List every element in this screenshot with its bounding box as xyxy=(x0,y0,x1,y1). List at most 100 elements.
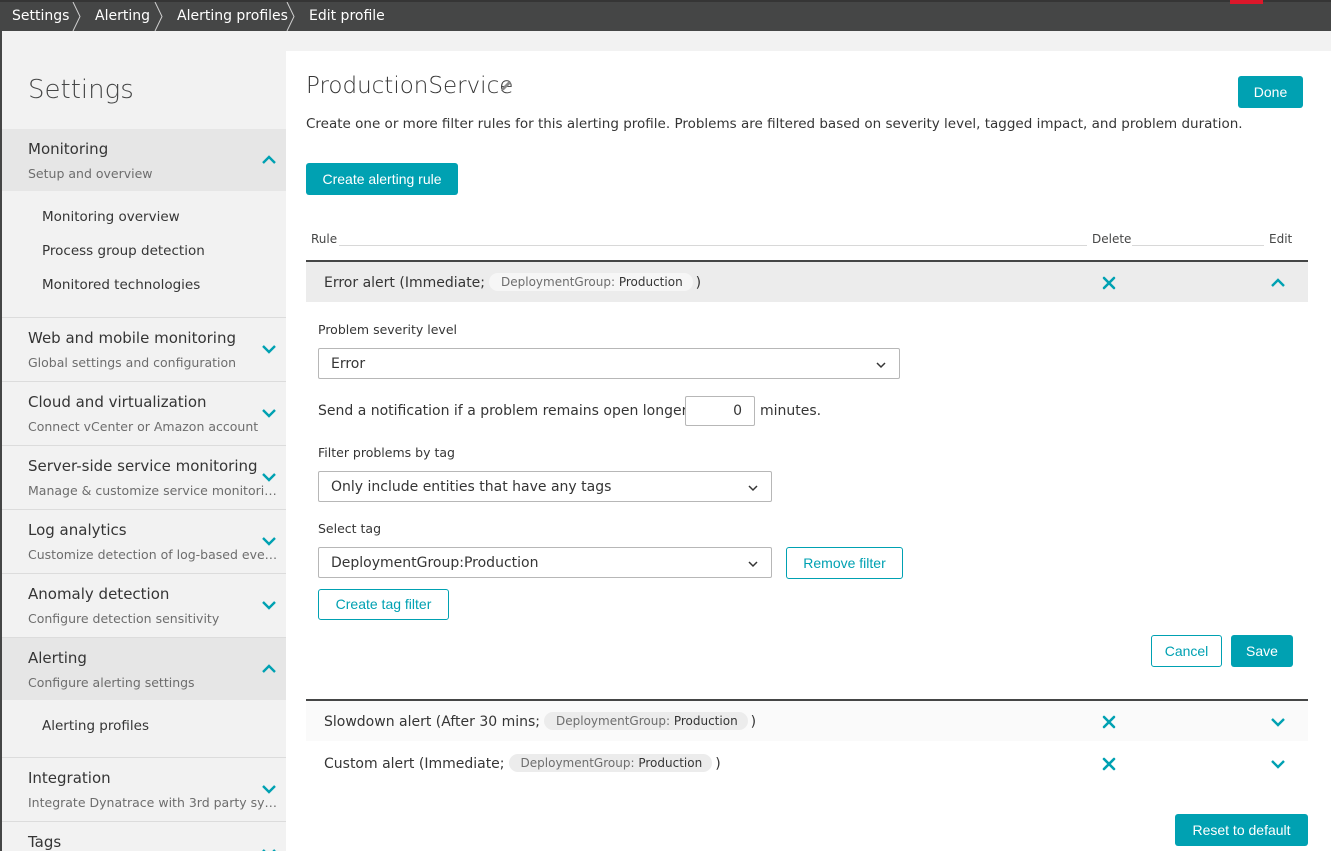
sidebar-group-header-anomaly-detection[interactable]: Anomaly detection Configure detection se… xyxy=(2,574,286,636)
sidebar-group-header-integration[interactable]: Integration Integrate Dynatrace with 3rd… xyxy=(2,758,286,820)
chevron-up-icon[interactable] xyxy=(1270,275,1286,291)
filter-tag-select-value: Only include entities that have any tags xyxy=(331,479,612,495)
rule-text-suffix: ) xyxy=(695,275,702,291)
sidebar-group-header-web-mobile[interactable]: Web and mobile monitoring Global setting… xyxy=(2,318,286,380)
page-title: ProductionService xyxy=(306,73,514,99)
sidebar-group-title: Log analytics xyxy=(28,521,127,539)
chevron-down-icon[interactable] xyxy=(261,597,277,613)
sidebar-group-header-monitoring[interactable]: Monitoring Setup and overview xyxy=(2,129,286,191)
notify-prefix-text: Send a notification if a problem remains… xyxy=(318,403,724,419)
sidebar-group-title: Server-side service monitoring xyxy=(28,457,258,475)
chevron-down-icon[interactable] xyxy=(261,533,277,549)
sidebar-item-monitored-technologies[interactable]: Monitored technologies xyxy=(42,277,200,293)
chevron-down-icon[interactable] xyxy=(261,781,277,797)
delete-x-icon[interactable] xyxy=(1101,756,1117,772)
rule-label: Custom alert (Immediate; DeploymentGroup:… xyxy=(324,754,721,772)
breadcrumb-bar: Settings Alerting Alerting profiles Edit… xyxy=(0,0,1331,31)
sidebar-group-title: Anomaly detection xyxy=(28,585,170,603)
sidebar-group-subtitle: Connect vCenter or Amazon account xyxy=(28,419,259,434)
chevron-down-icon xyxy=(747,558,759,570)
pencil-icon[interactable] xyxy=(499,79,513,93)
reset-to-default-button[interactable]: Reset to default xyxy=(1175,814,1308,846)
sidebar-group-header-tags[interactable]: Tags xyxy=(2,822,286,851)
divider xyxy=(339,245,1087,246)
tag-key: DeploymentGroup: xyxy=(556,714,670,728)
severity-select[interactable]: Error xyxy=(318,348,900,379)
sidebar-group-title: Monitoring xyxy=(28,140,109,158)
chevron-up-icon[interactable] xyxy=(261,152,277,168)
rule-row-custom-alert[interactable]: Custom alert (Immediate; DeploymentGroup:… xyxy=(306,743,1308,783)
sidebar-item-monitoring-overview[interactable]: Monitoring overview xyxy=(42,209,180,225)
sidebar-group-subtitle: Configure detection sensitivity xyxy=(28,611,220,626)
rule-text: Slowdown alert (After 30 mins; xyxy=(324,714,541,730)
tag-value: Production xyxy=(638,756,703,770)
breadcrumb-settings[interactable]: Settings xyxy=(12,2,69,31)
sidebar-group-header-alerting[interactable]: Alerting Configure alerting settings xyxy=(2,638,286,700)
remove-filter-button[interactable]: Remove filter xyxy=(786,547,903,579)
rule-text-suffix: ) xyxy=(750,714,757,730)
notify-suffix-text: minutes. xyxy=(760,403,822,419)
rule-text: Error alert (Immediate; xyxy=(324,275,486,291)
sidebar-group-subtitle: Customize detection of log-based events xyxy=(28,547,278,562)
breadcrumb-alerting[interactable]: Alerting xyxy=(95,2,150,31)
delete-x-icon[interactable] xyxy=(1101,714,1117,730)
done-button[interactable]: Done xyxy=(1238,76,1303,108)
page-description: Create one or more filter rules for this… xyxy=(306,116,1243,132)
sidebar-item-process-group-detection[interactable]: Process group detection xyxy=(42,243,205,259)
chevron-down-icon[interactable] xyxy=(1270,714,1286,730)
sidebar-group-title: Tags xyxy=(28,833,62,851)
breadcrumb-alerting-profiles[interactable]: Alerting profiles xyxy=(177,2,288,31)
sidebar-group-header-cloud[interactable]: Cloud and virtualization Connect vCenter… xyxy=(2,382,286,444)
chevron-down-icon[interactable] xyxy=(261,341,277,357)
sidebar-group-subtitle: Manage & customize service monitoring xyxy=(28,483,278,498)
settings-sidebar: Settings Monitoring Setup and overview M… xyxy=(0,31,286,851)
delete-x-icon[interactable] xyxy=(1101,275,1117,291)
chevron-down-icon xyxy=(747,482,759,494)
breadcrumb-separator-icon xyxy=(154,2,163,31)
minutes-input[interactable]: 0 xyxy=(685,396,755,426)
sidebar-group-title: Web and mobile monitoring xyxy=(28,329,236,347)
breadcrumb-separator-icon xyxy=(286,2,295,31)
breadcrumb-separator-icon xyxy=(72,2,81,31)
column-header-edit: Edit xyxy=(1269,232,1293,246)
column-header-rule: Rule xyxy=(311,232,338,246)
rule-row-error-alert[interactable]: Error alert (Immediate; DeploymentGroup: … xyxy=(306,260,1308,302)
sidebar-group-title: Integration xyxy=(28,769,111,787)
sidebar-group-subtitle: Configure alerting settings xyxy=(28,675,195,690)
sidebar-item-alerting-profiles[interactable]: Alerting profiles xyxy=(42,718,149,734)
sidebar-group-subtitle: Integrate Dynatrace with 3rd party syste… xyxy=(28,795,278,810)
tag-chip: DeploymentGroup: Production xyxy=(508,754,713,772)
sidebar-group-header-log-analytics[interactable]: Log analytics Customize detection of log… xyxy=(2,510,286,572)
chevron-down-icon[interactable] xyxy=(261,469,277,485)
tag-value: Production xyxy=(618,275,683,289)
severity-select-value: Error xyxy=(331,356,366,372)
chevron-down-icon[interactable] xyxy=(261,845,277,851)
rule-row-slowdown-alert[interactable]: Slowdown alert (After 30 mins; Deployment… xyxy=(306,701,1308,741)
select-tag-label: Select tag xyxy=(318,521,382,536)
sidebar-group-header-server-side[interactable]: Server-side service monitoring Manage & … xyxy=(2,446,286,508)
main-panel: ProductionService Done Create one or mor… xyxy=(286,51,1331,851)
tag-key: DeploymentGroup: xyxy=(520,756,635,770)
severity-label: Problem severity level xyxy=(318,322,457,337)
sidebar-group-subtitle: Setup and overview xyxy=(28,166,153,181)
tag-chip: DeploymentGroup: Production xyxy=(489,273,693,291)
topbar-accent xyxy=(1230,0,1263,4)
filter-tag-select[interactable]: Only include entities that have any tags xyxy=(318,471,772,502)
rule-text-suffix: ) xyxy=(715,756,721,772)
sidebar-group-title: Cloud and virtualization xyxy=(28,393,207,411)
save-button[interactable]: Save xyxy=(1231,635,1293,667)
tag-chip: DeploymentGroup: Production xyxy=(544,712,748,730)
chevron-down-icon xyxy=(875,359,887,371)
chevron-down-icon[interactable] xyxy=(1270,756,1286,772)
rule-label: Slowdown alert (After 30 mins; Deployment… xyxy=(324,712,756,730)
rule-text: Custom alert (Immediate; xyxy=(324,756,505,772)
cancel-button[interactable]: Cancel xyxy=(1151,635,1222,667)
sidebar-group-title: Alerting xyxy=(28,649,87,667)
create-tag-filter-button[interactable]: Create tag filter xyxy=(318,589,449,620)
select-tag-select[interactable]: DeploymentGroup:Production xyxy=(318,547,772,578)
chevron-down-icon[interactable] xyxy=(261,405,277,421)
chevron-up-icon[interactable] xyxy=(261,661,277,677)
create-alerting-rule-button[interactable]: Create alerting rule xyxy=(306,163,458,195)
sidebar-title: Settings xyxy=(28,75,134,105)
sidebar-group-subtitle: Global settings and configuration xyxy=(28,355,237,370)
